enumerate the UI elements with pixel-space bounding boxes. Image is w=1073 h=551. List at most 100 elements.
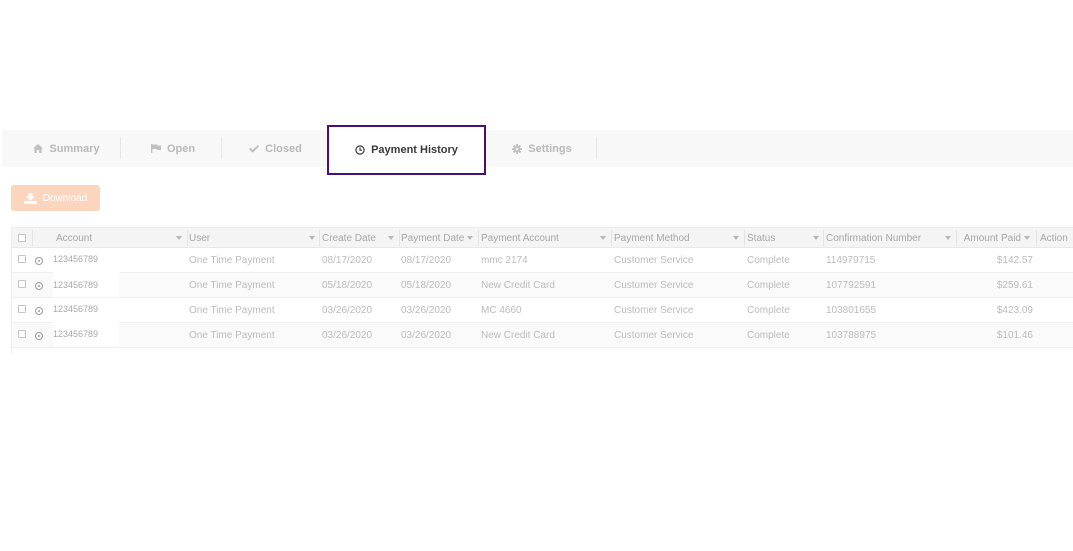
column-label: Create Date xyxy=(322,232,376,244)
grid-header: Account User Create Date Payment Date Pa… xyxy=(12,228,1073,248)
tab-label: Payment History xyxy=(371,144,458,156)
column-header-user[interactable]: User xyxy=(189,228,320,248)
column-label: Account xyxy=(56,232,93,244)
sort-caret-icon[interactable] xyxy=(388,236,394,240)
column-divider xyxy=(611,230,612,246)
column-divider xyxy=(187,230,188,246)
column-divider xyxy=(823,230,824,246)
expand-row-icon[interactable] xyxy=(35,257,43,265)
column-header-account[interactable]: Account xyxy=(56,228,186,248)
column-label: Payment Method xyxy=(614,232,690,244)
expand-row-icon[interactable] xyxy=(35,307,43,315)
column-label: User xyxy=(189,232,211,244)
sort-caret-icon[interactable] xyxy=(467,236,473,240)
cell-account: 123456789 xyxy=(53,253,99,264)
row-checkbox[interactable] xyxy=(18,280,26,288)
cell-payment-date: 08/17/2020 xyxy=(401,255,452,266)
column-divider xyxy=(399,230,400,246)
column-header-payment-date[interactable]: Payment Date xyxy=(401,228,479,248)
cell-confirmation-number: 103801655 xyxy=(826,305,877,316)
column-label: Action xyxy=(1040,232,1068,244)
tab-payment-history[interactable]: Payment History xyxy=(327,125,486,175)
cell-payment-method: Customer Service xyxy=(614,255,694,266)
clock-icon xyxy=(355,145,365,155)
cell-status: Complete xyxy=(747,305,790,316)
payment-history-page: Summary Open Closed Settings Payment His… xyxy=(0,0,1073,551)
column-divider xyxy=(1036,230,1037,246)
tab-closed[interactable]: Closed xyxy=(223,130,328,167)
expand-row-icon[interactable] xyxy=(35,332,43,340)
column-header-amount-paid[interactable]: Amount Paid xyxy=(959,228,1037,248)
column-divider xyxy=(32,230,33,246)
tab-divider xyxy=(221,137,222,159)
download-button[interactable]: Download xyxy=(11,185,100,211)
cell-payment-account: New Credit Card xyxy=(481,330,555,341)
cell-create-date: 08/17/2020 xyxy=(322,255,373,266)
column-header-create-date[interactable]: Create Date xyxy=(322,228,400,248)
table-row[interactable]: 123456789 One Time Payment 03/26/2020 03… xyxy=(12,298,1073,323)
cell-status: Complete xyxy=(747,255,790,266)
row-checkbox[interactable] xyxy=(18,305,26,313)
download-label: Download xyxy=(42,192,88,204)
table-row[interactable]: 123456789 One Time Payment 03/26/2020 03… xyxy=(12,321,1073,348)
table-row[interactable]: 123456789 One Time Payment 08/17/2020 08… xyxy=(12,248,1073,273)
cell-account: 123456789 xyxy=(53,272,119,297)
column-label: Payment Date xyxy=(401,232,465,244)
column-divider xyxy=(478,230,479,246)
select-all-checkbox[interactable] xyxy=(18,234,26,242)
sort-caret-icon[interactable] xyxy=(945,236,951,240)
column-label: Status xyxy=(747,232,776,244)
cell-create-date: 03/26/2020 xyxy=(322,330,373,341)
cell-payment-method: Customer Service xyxy=(614,280,694,291)
column-label: Amount Paid xyxy=(963,232,1021,244)
cell-amount-paid: $423.09 xyxy=(996,305,1033,316)
cell-create-date: 03/26/2020 xyxy=(322,305,373,316)
cell-payment-account: MC 4660 xyxy=(481,305,522,316)
cell-payment-account: mmc 2174 xyxy=(481,255,528,266)
home-icon xyxy=(33,144,44,153)
account-tabbar: Summary Open Closed Settings xyxy=(2,130,1073,167)
table-row[interactable]: 123456789 One Time Payment 05/18/2020 05… xyxy=(12,272,1073,298)
expand-row-icon[interactable] xyxy=(35,282,43,290)
cell-confirmation-number: 107792591 xyxy=(826,280,877,291)
flag-icon xyxy=(150,144,161,153)
checkmark-icon xyxy=(249,144,260,153)
cell-status: Complete xyxy=(747,280,790,291)
column-divider xyxy=(744,230,745,246)
sort-caret-icon[interactable] xyxy=(733,236,739,240)
cell-user: One Time Payment xyxy=(189,305,275,316)
row-checkbox[interactable] xyxy=(18,255,26,263)
cell-payment-account: New Credit Card xyxy=(481,280,555,291)
column-header-status[interactable]: Status xyxy=(747,228,824,248)
tab-open[interactable]: Open xyxy=(123,130,223,167)
row-checkbox[interactable] xyxy=(18,330,26,338)
sort-caret-icon[interactable] xyxy=(813,236,819,240)
cell-account: 123456789 xyxy=(53,303,99,314)
sort-caret-icon[interactable] xyxy=(309,236,315,240)
sort-caret-icon[interactable] xyxy=(176,236,182,240)
sort-caret-icon[interactable] xyxy=(600,236,606,240)
cell-amount-paid: $101.46 xyxy=(996,330,1033,341)
tab-label: Closed xyxy=(265,142,302,155)
column-divider xyxy=(956,230,957,246)
cell-confirmation-number: 114979715 xyxy=(826,255,876,266)
cell-amount-paid: $259.61 xyxy=(996,280,1033,291)
cell-amount-paid: $142.57 xyxy=(996,255,1033,266)
column-header-payment-account[interactable]: Payment Account xyxy=(481,228,612,248)
cell-user: One Time Payment xyxy=(189,330,275,341)
gear-icon xyxy=(512,143,523,154)
sort-caret-icon[interactable] xyxy=(1024,236,1030,240)
column-label: Payment Account xyxy=(481,232,559,244)
payment-history-grid: Account User Create Date Payment Date Pa… xyxy=(11,227,1073,353)
cell-account: 123456789 xyxy=(53,321,119,346)
download-icon xyxy=(23,192,37,204)
column-label: Confirmation Number xyxy=(826,232,922,244)
column-divider xyxy=(319,230,320,246)
cell-payment-method: Customer Service xyxy=(614,330,694,341)
column-header-confirmation-number[interactable]: Confirmation Number xyxy=(826,228,956,248)
tab-settings[interactable]: Settings xyxy=(487,130,597,167)
column-header-payment-method[interactable]: Payment Method xyxy=(614,228,745,248)
tab-summary[interactable]: Summary xyxy=(10,130,123,167)
tab-divider xyxy=(596,137,597,159)
cell-payment-method: Customer Service xyxy=(614,305,694,316)
